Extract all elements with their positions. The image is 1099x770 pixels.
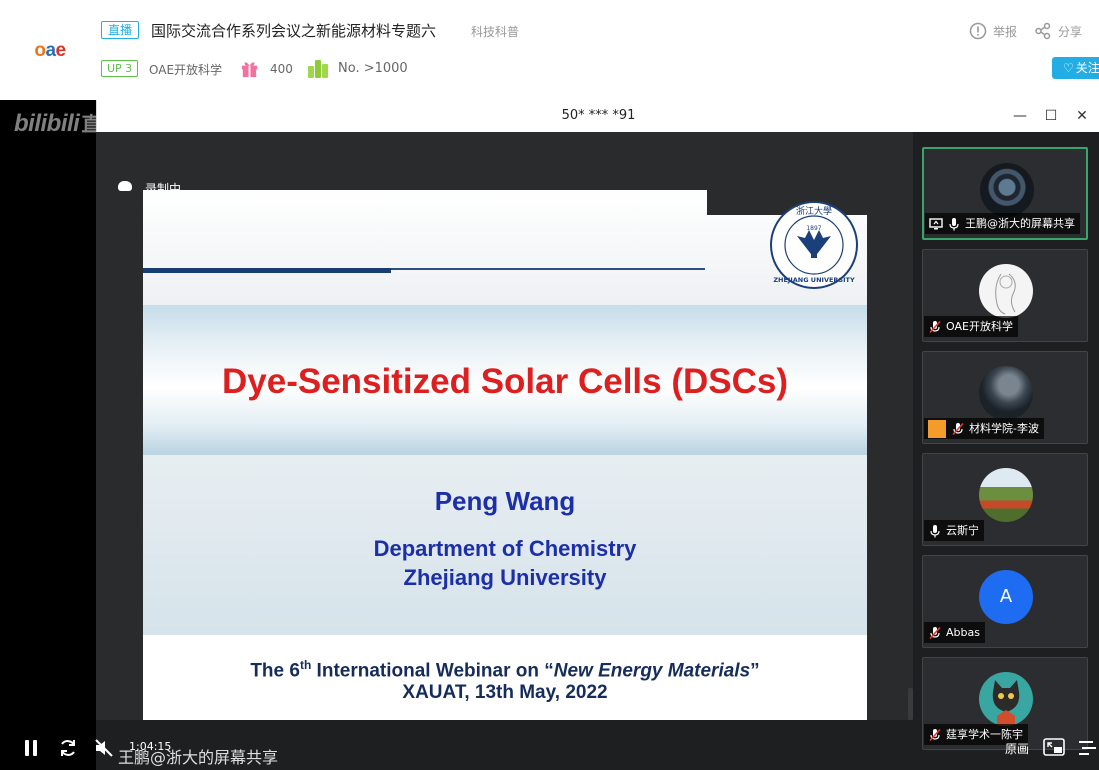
svg-text:1897: 1897 xyxy=(806,225,821,232)
slide-venue-line: XAUAT, 13th May, 2022 xyxy=(402,682,608,703)
svg-text:浙江大學: 浙江大學 xyxy=(796,205,832,217)
maximize-icon[interactable]: ☐ xyxy=(1040,106,1062,126)
meeting-titlebar: 50* *** *91 — ☐ ✕ xyxy=(96,100,1099,132)
report-icon[interactable] xyxy=(969,22,987,40)
participant-name-bar: 王鹏@浙大的屏幕共享 xyxy=(925,213,1080,234)
share-icon[interactable] xyxy=(1034,22,1052,40)
meeting-id-title: 50* *** *91 xyxy=(561,108,636,123)
participant-name-bar: 材料学院-李波 xyxy=(924,418,1044,439)
video-player[interactable]: bilibili直播 50* *** *91 — ☐ ✕ 录制中 xyxy=(0,100,1099,770)
sketch-portrait-icon xyxy=(995,273,1016,315)
muted-microphone-icon xyxy=(952,422,964,435)
participant-avatar xyxy=(980,163,1034,217)
participant-avatar xyxy=(979,468,1033,522)
slide-rule-thin xyxy=(391,268,705,270)
slide-webinar-line: The 6th International Webinar on “New En… xyxy=(250,658,760,682)
streamer-avatar[interactable]: oae xyxy=(18,18,82,82)
participant-name-bar: OAE开放科学 xyxy=(924,316,1018,337)
stream-title: 国际交流合作系列会议之新能源材料专题六 xyxy=(151,22,437,40)
participant-initial-avatar: A xyxy=(979,570,1033,624)
pause-icon[interactable] xyxy=(24,740,38,756)
danmaku-toggle-icon[interactable] xyxy=(1078,739,1098,757)
meeting-window: 50* *** *91 — ☐ ✕ 录制中 浙江大學 1897 ZHEJIANG… xyxy=(96,100,1099,770)
heart-icon: ♡ xyxy=(1063,61,1074,75)
participant-panel: 王鹏@浙大的屏幕共享 OAE开放科学 材料学院-李波 云斯宁 A Abbas 莛… xyxy=(913,132,1099,770)
participant-tile[interactable]: 材料学院-李波 xyxy=(922,351,1088,444)
refresh-icon[interactable] xyxy=(58,738,78,758)
cat-avatar-icon xyxy=(992,680,1020,726)
screen-share-icon xyxy=(929,217,943,229)
muted-microphone-icon xyxy=(929,320,941,333)
participant-tile[interactable]: OAE开放科学 xyxy=(922,249,1088,342)
participant-avatar xyxy=(979,672,1033,726)
participant-name-bar: 云斯宁 xyxy=(924,520,984,541)
participant-tile[interactable]: 云斯宁 xyxy=(922,453,1088,546)
follow-label: 关注 xyxy=(1075,61,1099,75)
follow-button[interactable]: ♡ 关注 xyxy=(1052,57,1099,79)
slide-department: Department of Chemistry xyxy=(373,536,637,561)
slide-author: Peng Wang xyxy=(434,486,576,516)
rank-icon xyxy=(308,60,328,78)
participant-name: 云斯宁 xyxy=(946,524,979,537)
presentation-slide: 浙江大學 1897 ZHEJIANG UNIVERSITY Dye-Sensit… xyxy=(143,190,867,720)
participant-tile[interactable]: 王鹏@浙大的屏幕共享 xyxy=(922,147,1088,240)
player-control-bar: 王鹏@浙大的屏幕共享 1:04:15 原画 xyxy=(0,720,1099,770)
share-button[interactable]: 分享 xyxy=(1058,23,1082,40)
zju-seal-logo: 浙江大學 1897 ZHEJIANG UNIVERSITY xyxy=(770,201,858,289)
live-room-page: oae 直播 国际交流合作系列会议之新能源材料专题六 科技科普 UP 3 OAE… xyxy=(0,0,1099,770)
live-tag: 直播 xyxy=(101,21,140,39)
microphone-icon xyxy=(930,524,940,537)
up-name-link[interactable]: OAE开放科学 xyxy=(149,61,222,78)
minimize-icon[interactable]: — xyxy=(1009,106,1031,126)
picture-in-picture-icon[interactable] xyxy=(1043,738,1065,756)
svg-text:ZHEJIANG UNIVERSITY: ZHEJIANG UNIVERSITY xyxy=(773,276,855,284)
quality-selector[interactable]: 原画 xyxy=(1005,740,1029,757)
slide-title: Dye-Sensitized Solar Cells (DSCs) xyxy=(222,362,788,401)
participant-tile[interactable]: A Abbas xyxy=(922,555,1088,648)
room-header: oae 直播 国际交流合作系列会议之新能源材料专题六 科技科普 UP 3 OAE… xyxy=(0,0,1099,100)
screen-share-area: 录制中 浙江大學 1897 ZHEJIANG UNIVERSITY Dye-Se… xyxy=(96,132,913,720)
recording-cloud-icon xyxy=(118,181,132,191)
participant-name: Abbas xyxy=(946,626,980,639)
microphone-icon xyxy=(949,217,959,230)
participant-name: 王鹏@浙大的屏幕共享 xyxy=(965,217,1075,230)
gift-count: 400 xyxy=(270,62,293,76)
muted-microphone-icon xyxy=(929,626,941,639)
close-icon[interactable]: ✕ xyxy=(1071,106,1093,126)
participant-name: OAE开放科学 xyxy=(946,320,1013,333)
up-level-badge: UP 3 xyxy=(101,60,139,77)
rank-text[interactable]: No. >1000 xyxy=(338,61,408,76)
category-link[interactable]: 科技科普 xyxy=(471,23,519,40)
gift-icon xyxy=(241,62,258,78)
slide-university: Zhejiang University xyxy=(403,565,607,590)
participant-avatar xyxy=(979,366,1033,420)
participant-name-bar: Abbas xyxy=(924,622,985,643)
report-button[interactable]: 举报 xyxy=(993,23,1017,40)
oae-logo: oae xyxy=(34,39,66,61)
slide-rule-thick xyxy=(143,268,391,273)
participant-avatar xyxy=(979,264,1033,318)
participant-name: 材料学院-李波 xyxy=(969,422,1039,435)
host-badge-icon xyxy=(928,419,946,438)
elapsed-time: 1:04:15 xyxy=(129,740,172,753)
volume-muted-icon[interactable] xyxy=(94,738,114,758)
